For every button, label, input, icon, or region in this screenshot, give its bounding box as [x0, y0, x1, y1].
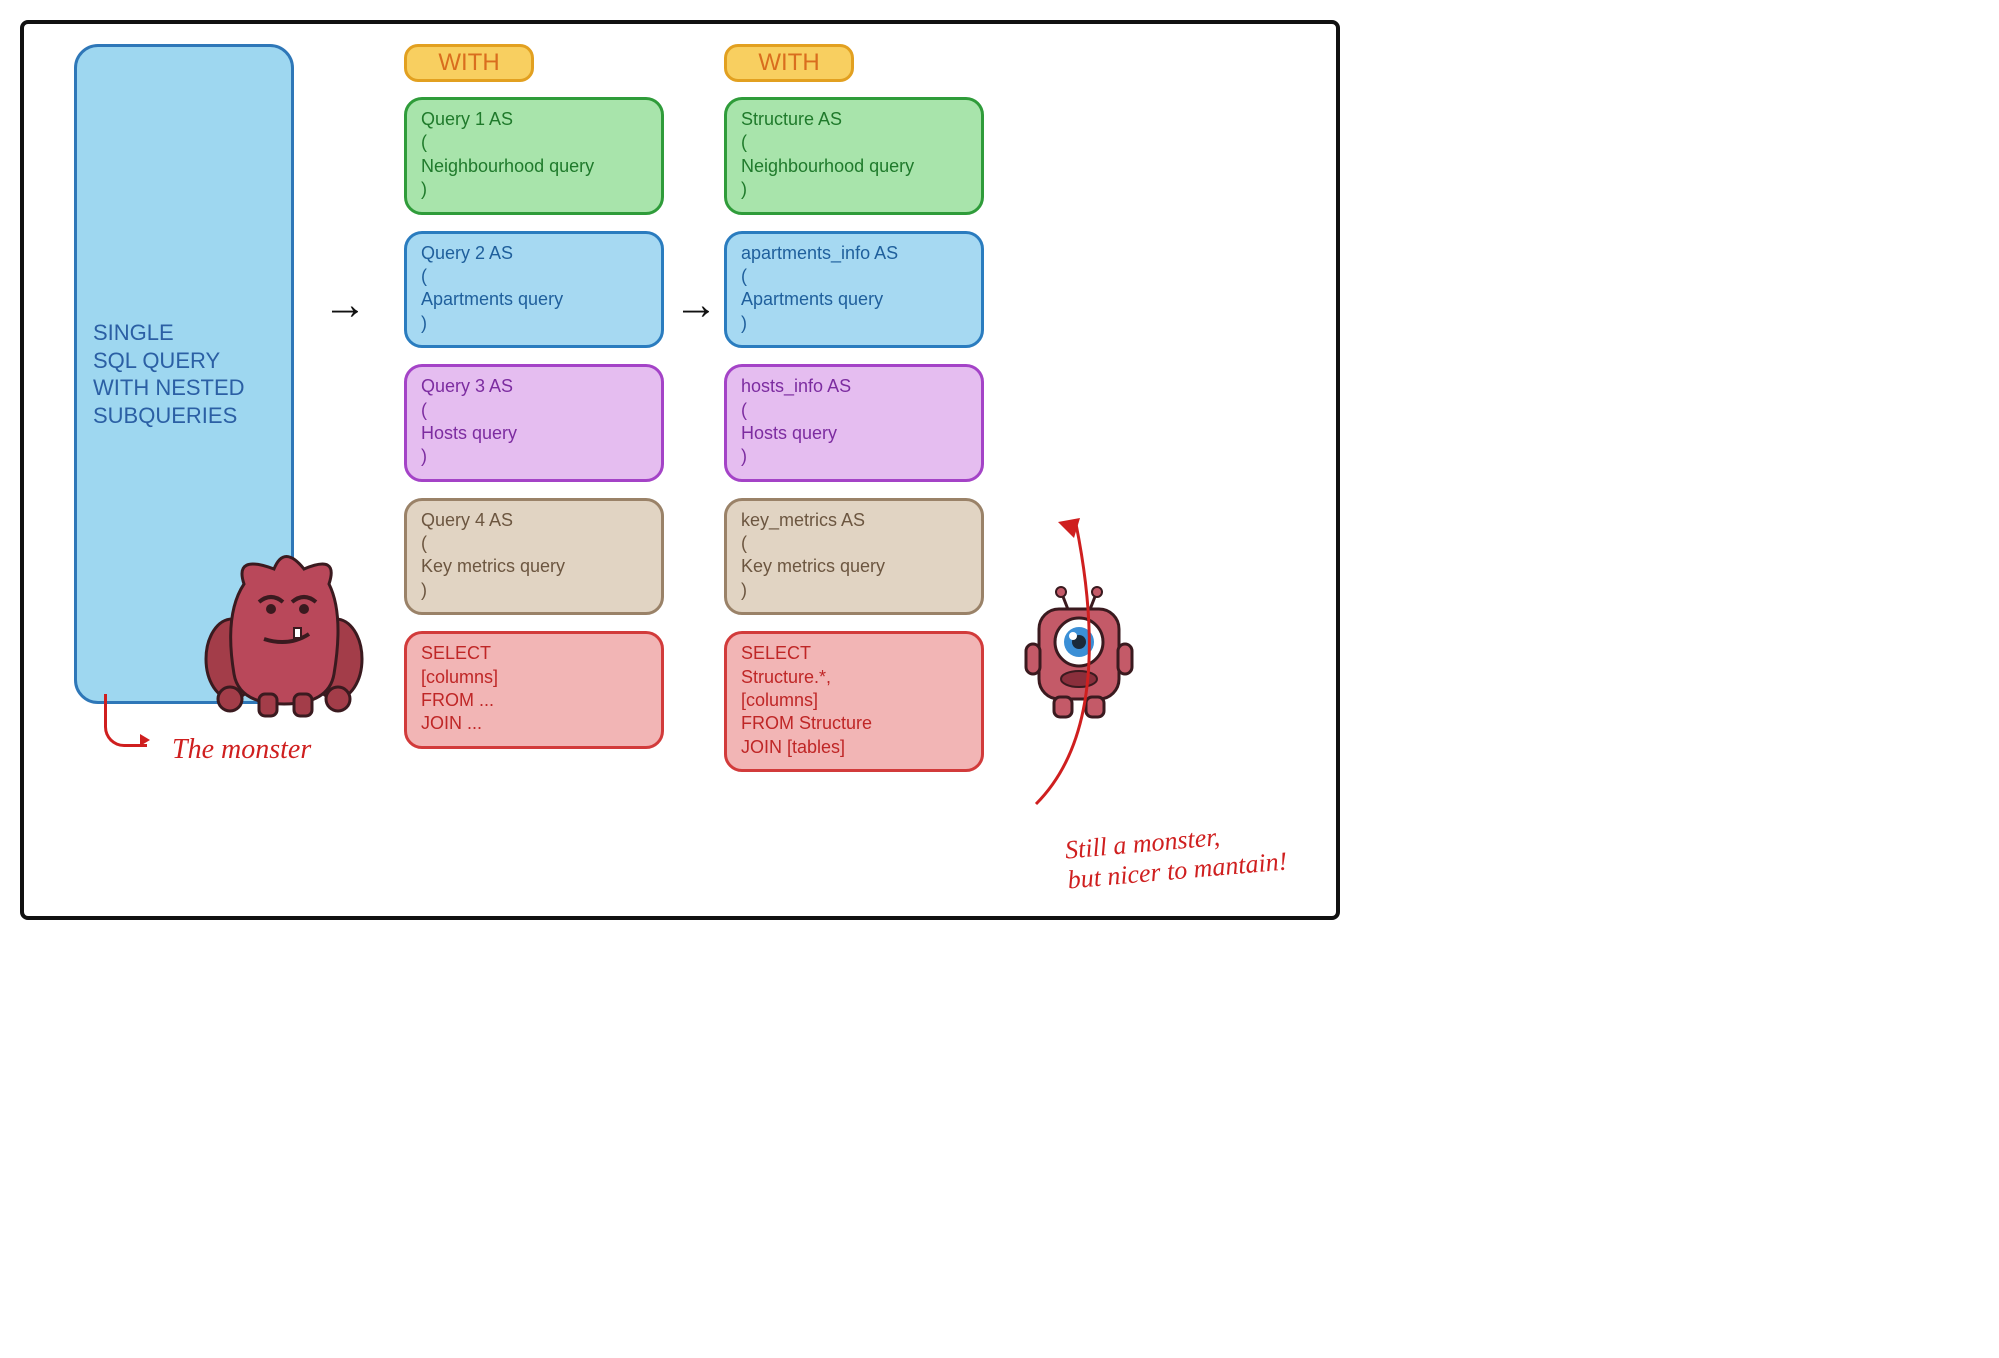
with-badge: WITH — [404, 44, 534, 82]
monster-grumpy-icon — [204, 554, 364, 724]
cte-apartments-box: apartments_info AS ( Apartments query ) — [724, 231, 984, 349]
cte-query1-box: Query 1 AS ( Neighbourhood query ) — [404, 97, 664, 215]
diagram-frame: SINGLE SQL QUERY WITH NESTED SUBQUERIES … — [20, 20, 1340, 920]
caption-monster-text: The monster — [172, 734, 311, 765]
cte-keymetrics-box: key_metrics AS ( Key metrics query ) — [724, 498, 984, 616]
cte-structure-box: Structure AS ( Neighbourhood query ) — [724, 97, 984, 215]
column-named-cte: WITH Structure AS ( Neighbourhood query … — [724, 44, 984, 788]
caption-nicer: Still a monster, but nicer to mantain! — [1064, 817, 1289, 896]
nested-query-text: SINGLE SQL QUERY WITH NESTED SUBQUERIES — [93, 319, 245, 429]
select-block: SELECT Structure.*, [columns] FROM Struc… — [724, 631, 984, 772]
cte-query2-box: Query 2 AS ( Apartments query ) — [404, 231, 664, 349]
caption-monster: The monster — [94, 704, 233, 736]
cte-query3-box: Query 3 AS ( Hosts query ) — [404, 364, 664, 482]
curved-arrow-icon — [976, 504, 1096, 824]
arrow-icon: → — [323, 280, 367, 330]
select-block: SELECT [columns] FROM ... JOIN ... — [404, 631, 664, 749]
column-generic-cte: WITH Query 1 AS ( Neighbourhood query ) … — [404, 44, 664, 765]
arrow-icon: → — [674, 280, 718, 330]
with-badge: WITH — [724, 44, 854, 82]
cte-query4-box: Query 4 AS ( Key metrics query ) — [404, 498, 664, 616]
cte-hosts-box: hosts_info AS ( Hosts query ) — [724, 364, 984, 482]
